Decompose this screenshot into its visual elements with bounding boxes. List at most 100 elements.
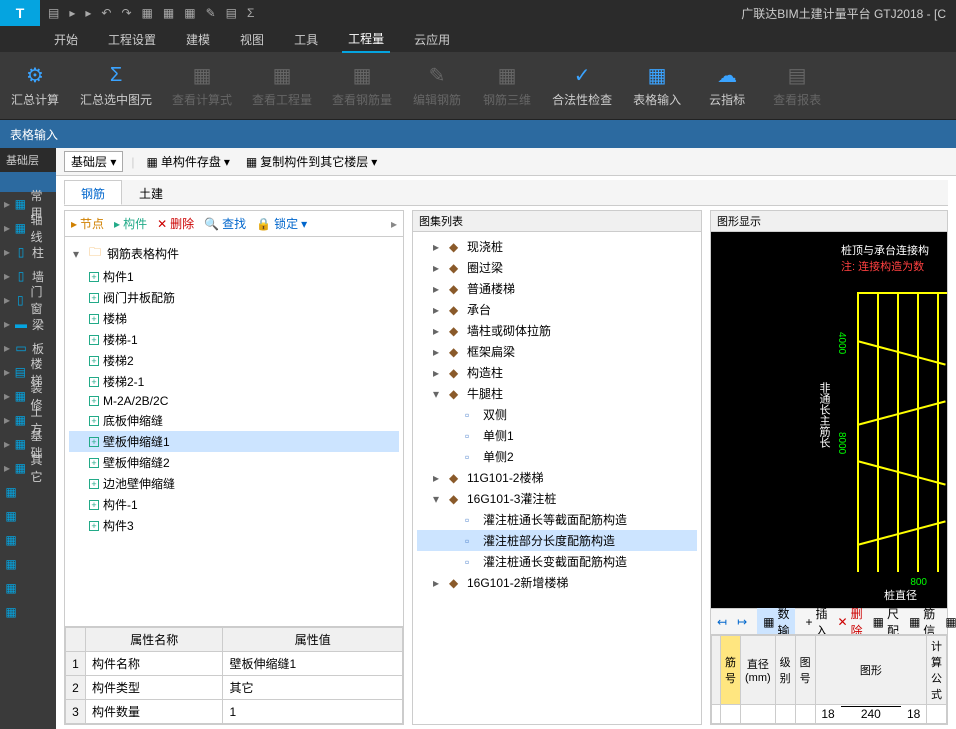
- atlas-item[interactable]: ▫单侧2: [417, 446, 697, 467]
- atlas-item[interactable]: ▫灌注桩通长变截面配筋构造: [417, 551, 697, 572]
- atlas-item[interactable]: ▫灌注桩部分长度配筋构造: [417, 530, 697, 551]
- qat-open2-icon[interactable]: ▸: [85, 6, 91, 20]
- qat-redo-icon[interactable]: ↷: [121, 6, 131, 20]
- plus-icon: +: [89, 314, 99, 324]
- atlas-header: 图集列表: [413, 211, 701, 232]
- atlas-item[interactable]: ▾◆16G101-3灌注桩: [417, 488, 697, 509]
- title-bar: T ▤ ▸ ▸ ↶ ↷ ▦ ▦ ▦ ✎ ▤ Σ 广联达BIM土建计量平台 GTJ…: [0, 0, 956, 26]
- ribbon-edit-rebar[interactable]: ✎编辑钢筋: [412, 63, 462, 108]
- ribbon-cloud[interactable]: ☁云指标: [702, 63, 752, 108]
- leftrail-header: 基础层: [0, 148, 56, 172]
- delete-button[interactable]: ✕ 删除: [157, 215, 194, 232]
- atlas-item[interactable]: ▸◆11G101-2楼梯: [417, 467, 697, 488]
- property-row[interactable]: 3构件数量1: [66, 700, 403, 724]
- tree-item[interactable]: +边池壁伸缩缝: [69, 473, 399, 494]
- tab-civil[interactable]: 土建: [122, 180, 180, 205]
- quick-access-toolbar: ▤ ▸ ▸ ↶ ↷ ▦ ▦ ▦ ✎ ▤ Σ: [40, 6, 262, 20]
- qat-icon[interactable]: ▦: [163, 6, 174, 20]
- atlas-item[interactable]: ▸◆16G101-2新增楼梯: [417, 572, 697, 593]
- atlas-item[interactable]: ▸◆圈过梁: [417, 257, 697, 278]
- node-button[interactable]: ▸ 节点: [71, 215, 104, 232]
- floor-select[interactable]: 基础层 ▾: [64, 151, 123, 172]
- atlas-item[interactable]: ▸◆普通楼梯: [417, 278, 697, 299]
- tree-item[interactable]: +楼梯-1: [69, 329, 399, 350]
- qat-icon[interactable]: ✎: [206, 6, 216, 20]
- property-row[interactable]: 2构件类型其它: [66, 676, 403, 700]
- leftrail-tool[interactable]: ▦: [0, 600, 56, 624]
- tree-item[interactable]: +M-2A/2B/2C: [69, 392, 399, 410]
- atlas-item[interactable]: ▸◆框架扁梁: [417, 341, 697, 362]
- component-tree[interactable]: ▾🗀 钢筋表格构件 +构件1+阀门井板配筋+楼梯+楼梯-1+楼梯2+楼梯2-1+…: [65, 237, 403, 626]
- leftrail-tool[interactable]: ▦: [0, 576, 56, 600]
- ribbon-view-calc[interactable]: ▦查看计算式: [172, 63, 232, 108]
- leftrail-tool[interactable]: ▦: [0, 504, 56, 528]
- property-row[interactable]: 1构件名称壁板伸缩缝1: [66, 652, 403, 676]
- lock-button[interactable]: 🔒 锁定 ▾: [256, 215, 307, 232]
- menu-cloud[interactable]: 云应用: [408, 27, 456, 52]
- ribbon-report[interactable]: ▤查看报表: [772, 63, 822, 108]
- find-button[interactable]: 🔍 查找: [204, 215, 246, 232]
- menu-model[interactable]: 建模: [180, 27, 216, 52]
- atlas-item[interactable]: ▫双侧: [417, 404, 697, 425]
- tree-item[interactable]: +壁板伸缩缝2: [69, 452, 399, 473]
- qat-open-icon[interactable]: ▸: [69, 6, 75, 20]
- qat-icon[interactable]: ▦: [184, 6, 195, 20]
- sum-icon: ⚙: [26, 63, 44, 87]
- nav-icon[interactable]: ↤: [717, 615, 727, 629]
- qat-icon[interactable]: Σ: [247, 6, 254, 20]
- ribbon-sum-sel[interactable]: Σ汇总选中图元: [80, 63, 152, 108]
- ribbon-sum-calc[interactable]: ⚙汇总计算: [10, 63, 60, 108]
- ribbon-view-qty[interactable]: ▦查看工程量: [252, 63, 312, 108]
- atlas-item[interactable]: ▸◆现浇桩: [417, 236, 697, 257]
- atlas-item[interactable]: ▸◆墙柱或砌体拉筋: [417, 320, 697, 341]
- tree-item[interactable]: +构件-1: [69, 494, 399, 515]
- tree-item[interactable]: +构件3: [69, 515, 399, 536]
- menu-view[interactable]: 视图: [234, 27, 270, 52]
- tree-item[interactable]: +楼梯2: [69, 350, 399, 371]
- component-button[interactable]: ▸ 构件: [114, 215, 147, 232]
- drawing-canvas[interactable]: 桩顶与承台连接构 注: 连接构造为数 4000 8000 800: [711, 232, 947, 608]
- copy-component-button[interactable]: ▦ 复制构件到其它楼层 ▾: [242, 151, 381, 172]
- rebar-grid[interactable]: 筋号 直径(mm) 级别 图号 图形 计算公式 18 240 18: [711, 634, 947, 724]
- leftrail-tool[interactable]: ▦: [0, 528, 56, 552]
- menu-quantity[interactable]: 工程量: [342, 26, 390, 53]
- atlas-item[interactable]: ▫单侧1: [417, 425, 697, 446]
- menu-project[interactable]: 工程设置: [102, 27, 162, 52]
- header-title: 表格输入: [10, 126, 58, 143]
- sigma-icon: Σ: [110, 63, 122, 87]
- ribbon-table-input[interactable]: ▦表格输入: [632, 63, 682, 108]
- qat-save-icon[interactable]: ▤: [48, 6, 59, 20]
- menu-tool[interactable]: 工具: [288, 27, 324, 52]
- book-icon: ◆: [449, 492, 463, 506]
- dim-label: 8000: [836, 432, 847, 454]
- atlas-item[interactable]: ▾◆牛腿柱: [417, 383, 697, 404]
- tree-root[interactable]: ▾🗀 钢筋表格构件: [69, 241, 399, 266]
- leftrail-item[interactable]: ▸▦其它: [0, 456, 56, 480]
- leftrail-tool[interactable]: ▦: [0, 552, 56, 576]
- ribbon-view-rebar[interactable]: ▦查看钢筋量: [332, 63, 392, 108]
- tree-item[interactable]: +构件1: [69, 266, 399, 287]
- qat-undo-icon[interactable]: ↶: [101, 6, 111, 20]
- qat-icon[interactable]: ▤: [226, 6, 237, 20]
- atlas-tree[interactable]: ▸◆现浇桩▸◆圈过梁▸◆普通楼梯▸◆承台▸◆墙柱或砌体拉筋▸◆框架扁梁▸◆构造柱…: [413, 232, 701, 724]
- tree-item[interactable]: +楼梯2-1: [69, 371, 399, 392]
- component-panel: ▸ 节点 ▸ 构件 ✕ 删除 🔍 查找 🔒 锁定 ▾ ▸ ▾🗀 钢筋表格构件 +…: [64, 210, 404, 725]
- dim-label: 4000: [836, 332, 847, 354]
- ribbon-rebar-3d[interactable]: ▦钢筋三维: [482, 63, 532, 108]
- menu-start[interactable]: 开始: [48, 27, 84, 52]
- tree-item[interactable]: +底板伸缩缝: [69, 410, 399, 431]
- atlas-item[interactable]: ▫灌注桩通长等截面配筋构造: [417, 509, 697, 530]
- tree-item[interactable]: +楼梯: [69, 308, 399, 329]
- leftrail-item[interactable]: ▸▯门窗: [0, 288, 56, 312]
- tree-item[interactable]: +壁板伸缩缝1: [69, 431, 399, 452]
- save-component-button[interactable]: ▦ 单构件存盘 ▾: [143, 151, 234, 172]
- tab-rebar[interactable]: 钢筋: [64, 180, 122, 205]
- atlas-item[interactable]: ▸◆承台: [417, 299, 697, 320]
- table-icon: ▦: [648, 63, 667, 87]
- qat-icon[interactable]: ▦: [142, 6, 153, 20]
- atlas-item[interactable]: ▸◆构造柱: [417, 362, 697, 383]
- ribbon-validate[interactable]: ✓合法性检查: [552, 63, 612, 108]
- nav-icon[interactable]: ↦: [737, 615, 747, 629]
- leftrail-item[interactable]: ▸▦轴线: [0, 216, 56, 240]
- tree-item[interactable]: +阀门井板配筋: [69, 287, 399, 308]
